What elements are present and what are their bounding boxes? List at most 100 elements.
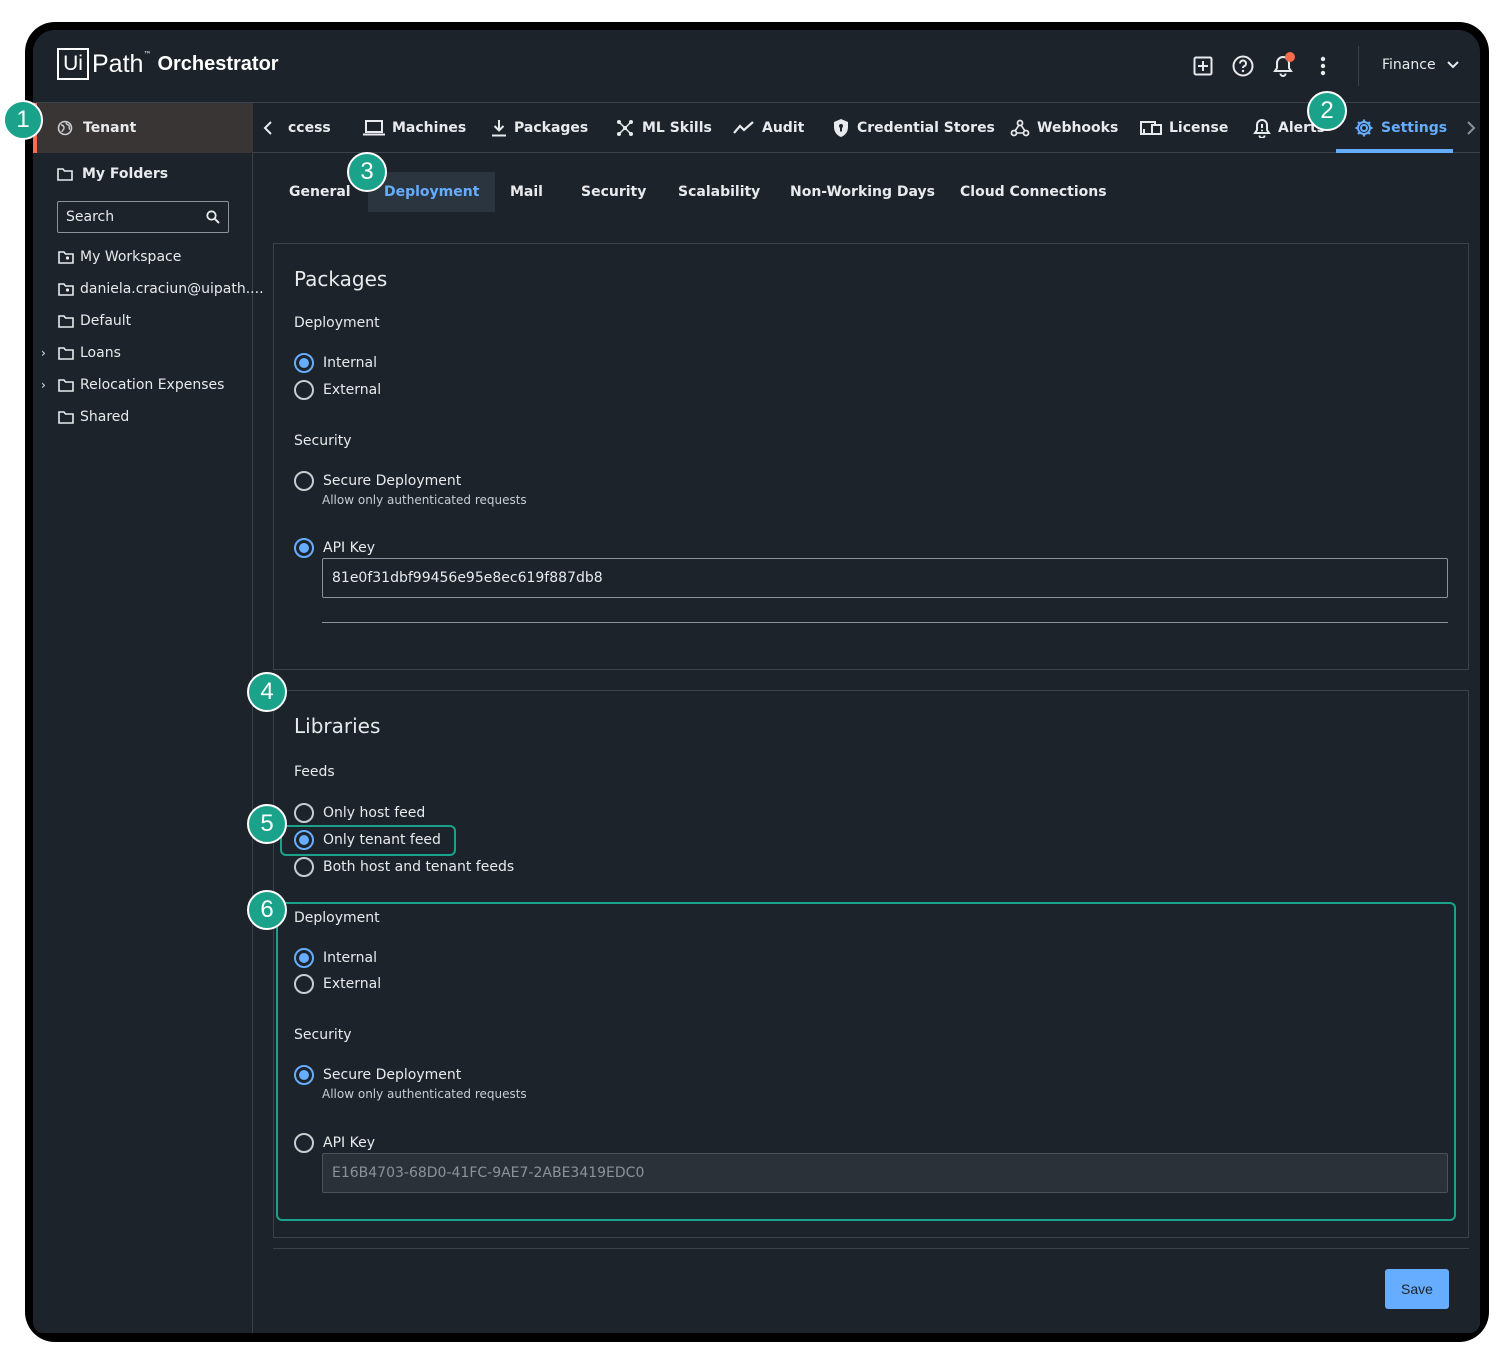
- nav-label: ccess: [288, 120, 331, 136]
- workspace-folder-icon: [58, 283, 74, 296]
- nav-scroll-left-icon[interactable]: [263, 103, 273, 153]
- radio-label: Secure Deployment: [323, 473, 462, 489]
- folder-icon: [58, 347, 74, 360]
- expand-chevron-icon[interactable]: ›: [41, 378, 46, 392]
- folder-label: Shared: [80, 409, 130, 425]
- packages-title: Packages: [294, 267, 388, 291]
- folder-my-workspace[interactable]: My Workspace: [58, 249, 181, 265]
- packages-security-label: Security: [294, 433, 352, 449]
- app-header: Ui Path ™ Orchestrator Finance: [33, 30, 1480, 103]
- callout-badge-4: 4: [247, 672, 287, 712]
- callout-badge-3: 3: [347, 152, 387, 192]
- folder-label: My Workspace: [80, 249, 182, 265]
- radio-unchecked-icon: [294, 857, 314, 877]
- radio-label: Internal: [323, 355, 377, 371]
- notifications-icon[interactable]: [1271, 52, 1295, 78]
- nav-item-packages[interactable]: Packages: [491, 103, 588, 153]
- bell-icon: [1253, 118, 1271, 138]
- license-icon: [1140, 121, 1162, 135]
- tenant-selector-label: Finance: [1382, 57, 1436, 73]
- nav-label: Machines: [392, 120, 467, 136]
- packages-external-radio[interactable]: External: [294, 380, 381, 400]
- nav-item-ml-skills[interactable]: ML Skills: [615, 103, 712, 153]
- radio-label: Both host and tenant feeds: [323, 859, 515, 875]
- tab-deployment[interactable]: Deployment: [368, 172, 496, 212]
- packages-api-key-radio[interactable]: API Key: [294, 538, 375, 558]
- packages-api-key-field[interactable]: 81e0f31dbf99456e95e8ec619f887db8: [322, 558, 1448, 598]
- notification-dot: [1285, 52, 1295, 62]
- my-folders-heading[interactable]: My Folders: [57, 166, 168, 182]
- more-vert-icon[interactable]: [1311, 54, 1335, 78]
- libraries-feeds-label: Feeds: [294, 764, 335, 780]
- radio-label: Only host feed: [323, 805, 426, 821]
- tenant-nav-item[interactable]: Tenant: [33, 103, 253, 153]
- expand-chevron-icon[interactable]: ›: [41, 346, 46, 360]
- nav-scroll-right-icon[interactable]: [1466, 103, 1476, 153]
- tenant-selector[interactable]: Finance: [1382, 57, 1460, 73]
- radio-checked-icon: [294, 353, 314, 373]
- radio-unchecked-icon: [294, 380, 314, 400]
- radio-checked-icon: [294, 538, 314, 558]
- my-folders-label: My Folders: [82, 166, 169, 182]
- logo-trademark: ™: [143, 50, 152, 59]
- tab-scalability[interactable]: Scalability: [662, 172, 776, 212]
- tab-mail[interactable]: Mail: [494, 172, 559, 212]
- nav-label: Webhooks: [1037, 120, 1119, 136]
- tab-cloud-connections[interactable]: Cloud Connections: [944, 172, 1123, 212]
- folder-default[interactable]: Default: [58, 313, 131, 329]
- nav-item-webhooks[interactable]: Webhooks: [1010, 103, 1118, 153]
- packages-secure-deployment-radio[interactable]: Secure Deployment: [294, 471, 461, 491]
- folder-shared[interactable]: Shared: [58, 409, 129, 425]
- help-icon[interactable]: [1231, 54, 1255, 78]
- shield-icon: [834, 119, 848, 137]
- folder-relocation-expenses[interactable]: Relocation Expenses: [58, 377, 224, 393]
- footer-divider: [273, 1248, 1469, 1249]
- radio-unchecked-icon: [294, 803, 314, 823]
- nav-label: Credential Stores: [857, 120, 995, 136]
- add-widget-icon[interactable]: [1191, 54, 1215, 78]
- folder-outline-icon: [57, 168, 73, 181]
- highlight-tenant-feed: [280, 825, 456, 856]
- tab-non-working-days[interactable]: Non-Working Days: [774, 172, 951, 212]
- folder-loans[interactable]: Loans: [58, 345, 121, 361]
- nav-item-machines[interactable]: Machines: [363, 103, 466, 153]
- radio-label: API Key: [323, 540, 375, 556]
- folder-icon: [58, 379, 74, 392]
- folder-icon: [58, 411, 74, 424]
- callout-badge-6: 6: [247, 890, 287, 930]
- folder-personal-workspace[interactable]: daniela.craciun@uipath....: [58, 281, 264, 297]
- nav-item-credential-stores[interactable]: Credential Stores: [832, 103, 995, 153]
- download-icon: [492, 120, 506, 137]
- laptop-icon: [363, 120, 385, 136]
- folder-search-input[interactable]: Search: [57, 201, 229, 233]
- search-icon: [206, 210, 220, 224]
- packages-card: [273, 243, 1469, 670]
- folder-label: Loans: [80, 345, 121, 361]
- chevron-down-icon: [1446, 61, 1459, 69]
- nav-item-access[interactable]: ccess: [288, 103, 331, 153]
- feed-both-radio[interactable]: Both host and tenant feeds: [294, 857, 514, 877]
- nav-label: Settings: [1381, 120, 1448, 136]
- workspace-folder-icon: [58, 251, 74, 264]
- nav-item-license[interactable]: License: [1140, 103, 1228, 153]
- save-button[interactable]: Save: [1385, 1269, 1449, 1309]
- nav-item-audit[interactable]: Audit: [733, 103, 804, 153]
- tab-security[interactable]: Security: [565, 172, 662, 212]
- packages-internal-radio[interactable]: Internal: [294, 353, 377, 373]
- uipath-logo[interactable]: Ui Path ™ Orchestrator: [57, 48, 279, 80]
- nav-label: ML Skills: [642, 120, 712, 136]
- callout-badge-2: 2: [1307, 91, 1347, 131]
- product-name: Orchestrator: [157, 52, 279, 75]
- search-placeholder: Search: [66, 209, 115, 225]
- radio-label: External: [323, 382, 382, 398]
- nav-label: License: [1169, 120, 1229, 136]
- nav-item-settings[interactable]: Settings: [1354, 103, 1447, 153]
- tenant-label: Tenant: [83, 120, 137, 136]
- tenant-top-nav: ccess Machines Packages ML Skills Audit …: [253, 103, 1480, 153]
- globe-icon: [57, 120, 73, 136]
- logo-ui-box: Ui: [57, 48, 89, 80]
- header-divider: [1358, 46, 1359, 86]
- folder-icon: [58, 315, 74, 328]
- feed-only-host-radio[interactable]: Only host feed: [294, 803, 425, 823]
- radio-unchecked-icon: [294, 471, 314, 491]
